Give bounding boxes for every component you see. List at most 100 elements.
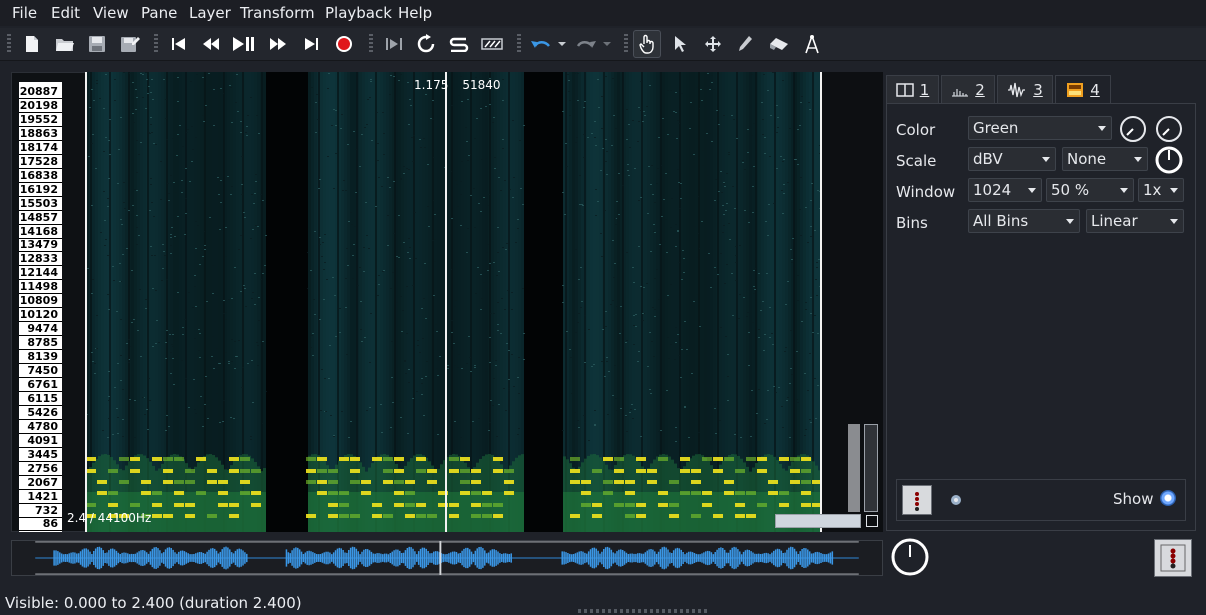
start-marker: [85, 72, 87, 532]
menu-view[interactable]: View: [93, 4, 129, 22]
fast-forward-end-icon[interactable]: [297, 30, 325, 58]
overview-waveform[interactable]: [11, 540, 883, 576]
zoom-dial[interactable]: [890, 537, 930, 577]
frequency-scale: 20887 20198 19552 18863 18174 17528 16838 16192…: [19, 82, 62, 532]
rewind-start-icon[interactable]: [165, 30, 193, 58]
measure-tool-icon[interactable]: [798, 30, 826, 58]
horizontal-zoom-slider[interactable]: [775, 514, 861, 528]
toolbar: [0, 28, 1206, 61]
window-overlap-select[interactable]: 50 %: [1046, 178, 1134, 202]
chevron-down-icon: [1170, 219, 1178, 224]
layer-manager-button[interactable]: [1154, 539, 1192, 577]
scale-label: 18863: [19, 126, 58, 140]
solo-icon[interactable]: [445, 30, 473, 58]
select-tool-icon[interactable]: [666, 30, 694, 58]
tab-3[interactable]: 3: [997, 75, 1053, 103]
move-tool-icon[interactable]: [699, 30, 727, 58]
scale-select[interactable]: dBV: [968, 147, 1056, 171]
bin-scale-select[interactable]: Linear: [1086, 209, 1184, 233]
redo-menu-chevron-down-icon[interactable]: [598, 30, 616, 58]
scale-label: 14857: [19, 210, 58, 224]
gain-dial[interactable]: [1154, 145, 1184, 175]
scale-label: 20198: [19, 98, 58, 112]
pitch-shift-icon[interactable]: [478, 30, 506, 58]
play-selection-icon[interactable]: [380, 30, 408, 58]
bins-select[interactable]: All Bins: [968, 209, 1080, 233]
scale-label: 1421: [27, 489, 58, 503]
scale-label: 12144: [19, 266, 58, 280]
chevron-down-icon: [1134, 157, 1142, 162]
zoom-reset-button[interactable]: [866, 515, 878, 527]
menu-layer[interactable]: Layer: [189, 4, 231, 22]
draw-tool-icon[interactable]: [731, 30, 759, 58]
scale-label: Scale: [896, 152, 937, 170]
oversampling-select[interactable]: 1x: [1138, 178, 1184, 202]
window-size-select[interactable]: 1024: [968, 178, 1042, 202]
spectrum-icon: [952, 88, 969, 97]
playhead[interactable]: [445, 72, 447, 532]
tab-2[interactable]: 2: [941, 75, 995, 103]
record-icon[interactable]: [330, 30, 358, 58]
menu-playback[interactable]: Playback: [325, 4, 392, 22]
play-parameters-button[interactable]: [943, 487, 969, 513]
spectrogram-icon: [1067, 82, 1084, 97]
resize-grip[interactable]: [578, 609, 708, 613]
scale-label: 10120: [19, 308, 58, 322]
undo-menu-chevron-down-icon[interactable]: [553, 30, 571, 58]
scale-label: 19552: [19, 112, 58, 126]
scale-label: 11498: [19, 280, 58, 294]
scale-label: 10809: [19, 294, 58, 308]
scale-label: 3445: [27, 447, 58, 461]
vertical-zoom-slider[interactable]: [864, 424, 878, 512]
tab-1[interactable]: 1: [886, 75, 939, 103]
play-pause-icon[interactable]: [230, 30, 258, 58]
scale-label: 2756: [27, 461, 58, 475]
menu-file[interactable]: File: [12, 4, 37, 22]
chevron-down-icon: [1170, 188, 1178, 193]
menu-edit[interactable]: Edit: [51, 4, 80, 22]
speaker-icon: [951, 495, 961, 505]
open-icon[interactable]: [51, 30, 79, 58]
menu-help[interactable]: Help: [398, 4, 432, 22]
save-as-icon[interactable]: [116, 30, 144, 58]
chevron-down-icon: [1028, 188, 1036, 193]
scale-label: 13479: [19, 238, 58, 252]
colour-rotation-dial[interactable]: [1118, 114, 1148, 144]
navigate-tool-icon[interactable]: [633, 30, 661, 58]
scale-label: 4091: [27, 433, 58, 447]
rewind-icon[interactable]: [197, 30, 225, 58]
threshold-dial[interactable]: [1154, 114, 1184, 144]
erase-tool-icon[interactable]: [765, 30, 793, 58]
scale-label: 8785: [27, 336, 58, 350]
scale-label: 8139: [27, 350, 58, 364]
sample-rate-readout: 2.4 / 44100Hz: [67, 511, 152, 525]
undo-icon[interactable]: [527, 30, 555, 58]
fast-forward-icon[interactable]: [264, 30, 292, 58]
layer-colour-button[interactable]: [902, 485, 932, 515]
save-icon[interactable]: [83, 30, 111, 58]
scale-label: 14168: [19, 224, 58, 238]
scale-label: 20887: [19, 85, 58, 98]
vertical-gain-slider[interactable]: [848, 424, 860, 512]
scale-label: 2067: [27, 475, 58, 489]
show-toggle[interactable]: [1160, 490, 1176, 506]
redo-icon[interactable]: [572, 30, 600, 58]
menu-bar: File Edit View Pane Layer Transform Play…: [0, 0, 1206, 26]
scale-label: 15503: [19, 196, 58, 210]
scale-label: 18174: [19, 140, 58, 154]
menu-transform[interactable]: Transform: [240, 4, 315, 22]
scale-label: 6115: [27, 391, 58, 405]
menu-pane[interactable]: Pane: [141, 4, 177, 22]
loop-icon[interactable]: [412, 30, 440, 58]
color-select[interactable]: Green: [968, 116, 1112, 140]
tab-4[interactable]: 4: [1055, 75, 1111, 103]
spectrogram-view[interactable]: [86, 72, 821, 532]
scale-label: 16838: [19, 168, 58, 182]
scale-label: 5426: [27, 405, 58, 419]
normalize-select[interactable]: None: [1062, 147, 1148, 171]
scale-label: 6761: [27, 377, 58, 391]
layer-list-icon: [1160, 544, 1186, 572]
new-file-icon[interactable]: [18, 30, 46, 58]
scale-label: 86: [42, 517, 58, 531]
scale-label: 7450: [27, 364, 58, 377]
